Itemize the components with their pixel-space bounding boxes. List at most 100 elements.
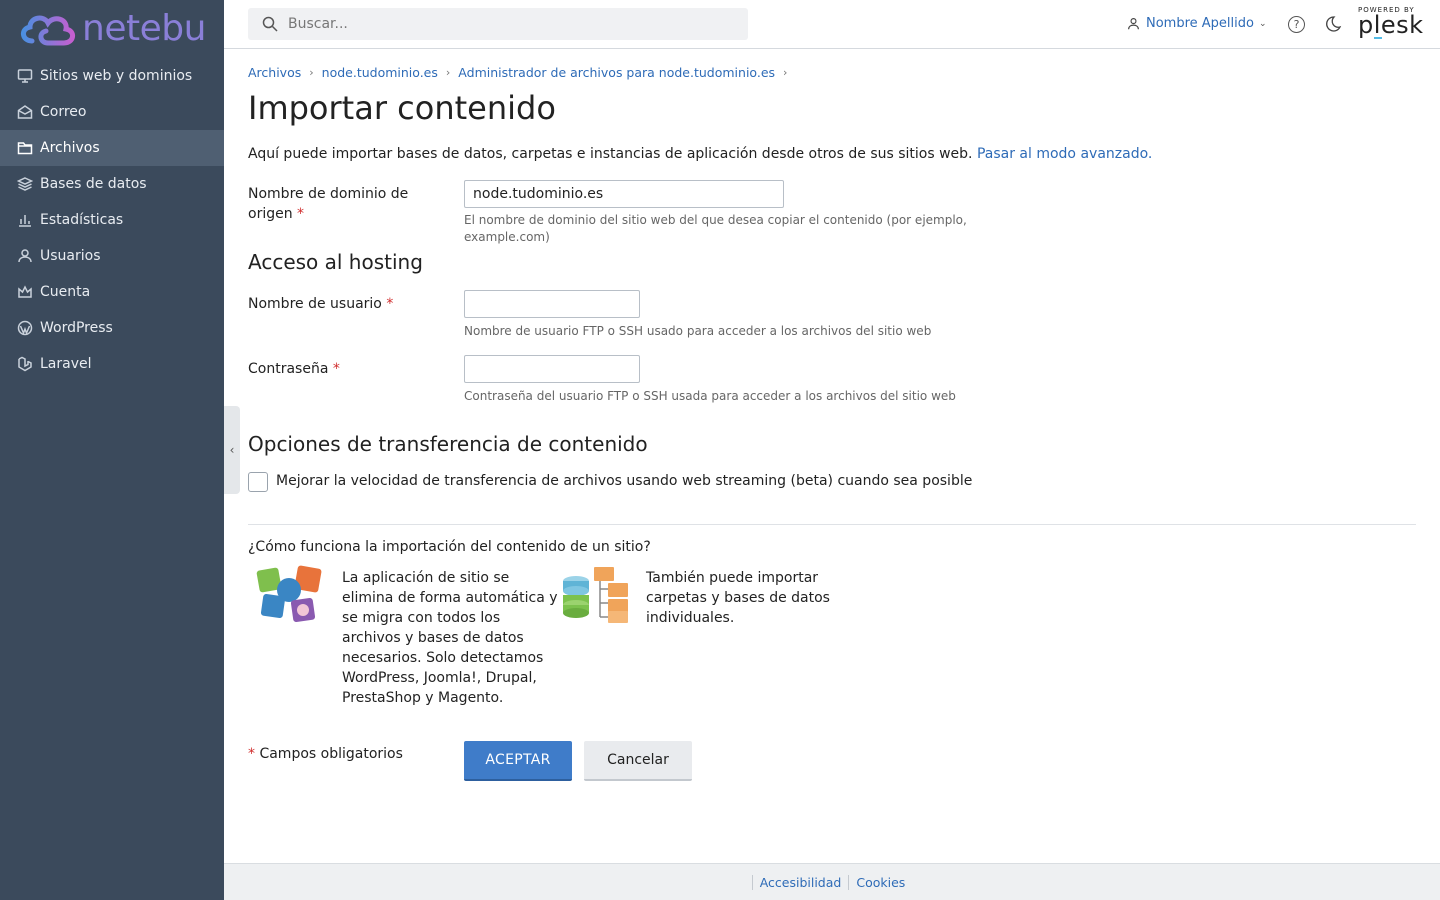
top-bar: Buscar... Nombre Apellido ⌄ ? POWERED BY… (224, 0, 1440, 49)
cms-apps-illustration (256, 565, 322, 623)
breadcrumb-item[interactable]: Administrador de archivos para node.tudo… (458, 65, 775, 80)
sidebar-item-websites[interactable]: Sitios web y dominios (0, 58, 224, 94)
source-domain-label: Nombre de dominio de origen * (248, 184, 408, 224)
how-it-works-title: ¿Cómo funciona la importación del conten… (248, 539, 651, 555)
label-text: Contraseña (248, 361, 329, 377)
hint-line: El nombre de dominio del sitio web del q… (464, 213, 967, 227)
sidebar-item-label: Correo (40, 104, 87, 120)
sidebar-item-label: Bases de datos (40, 176, 147, 192)
breadcrumb-item[interactable]: node.tudominio.es (322, 65, 438, 80)
user-name: Nombre Apellido (1146, 16, 1254, 31)
laravel-icon (16, 355, 34, 373)
password-input[interactable] (464, 355, 640, 383)
password-label: Contraseña * (248, 359, 340, 379)
hosting-section-title: Acceso al hosting (248, 250, 423, 274)
user-menu[interactable]: Nombre Apellido ⌄ (1127, 16, 1267, 31)
sidebar-item-users[interactable]: Usuarios (0, 238, 224, 274)
label-text: Nombre de usuario (248, 296, 382, 312)
source-domain-hint: El nombre de dominio del sitio web del q… (464, 212, 967, 246)
search-input[interactable]: Buscar... (248, 8, 748, 40)
page-intro: Aquí puede importar bases de datos, carp… (248, 146, 1152, 162)
required-marker: * (386, 296, 394, 312)
username-label: Nombre de usuario * (248, 294, 393, 314)
source-domain-input[interactable]: node.tudominio.es (464, 180, 784, 208)
cookies-link[interactable]: Cookies (848, 874, 912, 890)
chevron-right-icon: › (445, 66, 451, 79)
help-icon[interactable]: ? (1288, 16, 1305, 33)
plesk-wordmark: plesk (1358, 11, 1424, 39)
breadcrumb: Archivos › node.tudominio.es › Administrad… (248, 65, 795, 80)
page-title: Importar contenido (248, 89, 556, 127)
text-line: elimina de forma automática y (342, 590, 558, 606)
sidebar-item-label: Cuenta (40, 284, 91, 300)
required-note-text: Campos obligatorios (259, 746, 403, 762)
user-icon (16, 247, 34, 265)
text-line: También puede importar (646, 570, 819, 586)
required-marker: * (248, 746, 255, 762)
sidebar-item-label: Laravel (40, 356, 92, 372)
label-line: origen (248, 206, 293, 222)
plesk-underline (1374, 37, 1382, 39)
streaming-checkbox-label[interactable]: Mejorar la velocidad de transferencia de… (276, 473, 972, 489)
sidebar-item-label: Estadísticas (40, 212, 124, 228)
sidebar-collapse-button[interactable]: ‹ (224, 406, 240, 494)
database-icon (16, 175, 34, 193)
text-line: individuales. (646, 610, 735, 626)
sidebar-item-wordpress[interactable]: WordPress (0, 310, 224, 346)
sidebar-item-laravel[interactable]: Laravel (0, 346, 224, 382)
cancel-button[interactable]: Cancelar (584, 741, 692, 781)
accessibility-link[interactable]: Accesibilidad (751, 874, 849, 890)
hint-line: example.com) (464, 230, 550, 244)
required-fields-note: * Campos obligatorios (248, 746, 403, 762)
sidebar-item-databases[interactable]: Bases de datos (0, 166, 224, 202)
intro-text: Aquí puede importar bases de datos, carp… (248, 146, 973, 162)
sidebar-nav: Sitios web y dominios Correo Archivos Ba… (0, 58, 224, 382)
moon-icon[interactable] (1324, 15, 1342, 33)
sidebar-item-label: WordPress (40, 320, 113, 336)
sidebar-item-label: Sitios web y dominios (40, 68, 193, 84)
transfer-section-title: Opciones de transferencia de contenido (248, 432, 648, 456)
divider (248, 524, 1416, 525)
sidebar-item-statistics[interactable]: Estadísticas (0, 202, 224, 238)
plesk-logo: POWERED BY plesk (1358, 6, 1424, 42)
required-marker: * (297, 206, 305, 222)
sidebar-item-account[interactable]: Cuenta (0, 274, 224, 310)
bar-chart-icon (16, 211, 34, 229)
search-placeholder: Buscar... (288, 16, 348, 32)
required-marker: * (332, 361, 340, 377)
text-line: se migra con todos los (342, 610, 501, 626)
text-line: carpetas y bases de datos (646, 590, 830, 606)
username-hint: Nombre de usuario FTP o SSH usado para a… (464, 324, 932, 338)
sidebar-item-label: Usuarios (40, 248, 101, 264)
accept-button[interactable]: ACEPTAR (464, 741, 572, 781)
cloud-logo-icon (21, 15, 75, 46)
text-line: WordPress, Joomla!, Drupal, (342, 670, 537, 686)
chevron-right-icon: › (783, 66, 788, 79)
username-input[interactable] (464, 290, 640, 318)
folder-icon (16, 139, 34, 157)
sidebar: netebu Sitios web y dominios Correo Arch… (0, 0, 224, 900)
text-line: necesarios. Solo detectamos (342, 650, 544, 666)
chevron-right-icon: › (309, 66, 314, 79)
advanced-mode-link[interactable]: Pasar al modo avanzado. (977, 146, 1152, 162)
sidebar-item-files[interactable]: Archivos (0, 130, 224, 166)
footer: Accesibilidad Cookies (224, 863, 1440, 900)
password-hint: Contraseña del usuario FTP o SSH usada p… (464, 389, 956, 403)
app-migration-text: La aplicación de sitio se elimina de for… (342, 568, 558, 708)
text-line: La aplicación de sitio se (342, 570, 510, 586)
chevron-left-icon: ‹ (229, 443, 235, 457)
brand-name: netebu (82, 8, 206, 49)
files-databases-illustration (563, 567, 628, 623)
label-line: Nombre de dominio de (248, 186, 409, 202)
user-icon (1128, 18, 1139, 30)
text-line: archivos y bases de datos (342, 630, 524, 646)
crown-icon (16, 283, 34, 301)
streaming-checkbox[interactable] (248, 472, 268, 492)
brand-logo[interactable]: netebu (18, 6, 206, 52)
monitor-icon (16, 67, 34, 85)
chevron-down-icon: ⌄ (1258, 18, 1267, 29)
breadcrumb-item[interactable]: Archivos (248, 65, 301, 80)
wordpress-icon (16, 319, 34, 337)
mail-icon (16, 103, 34, 121)
sidebar-item-mail[interactable]: Correo (0, 94, 224, 130)
